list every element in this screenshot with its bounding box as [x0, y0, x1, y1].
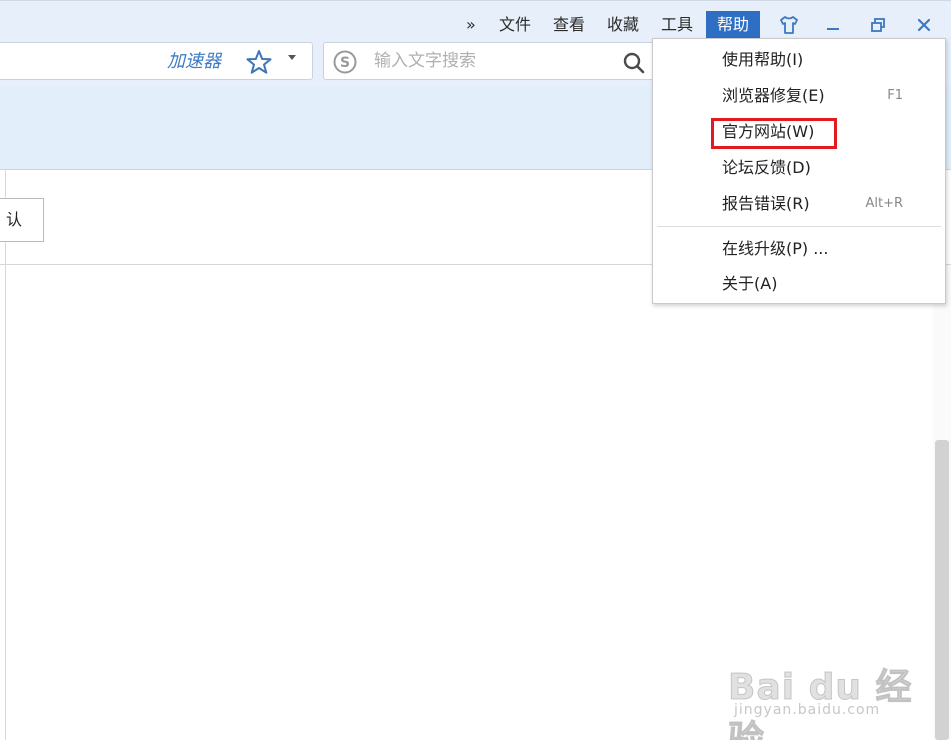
star-icon[interactable] — [245, 49, 273, 75]
highlight-annotation — [711, 118, 837, 149]
menu-item-about[interactable]: 关于(A) — [653, 266, 945, 302]
menu-help[interactable]: 帮助 — [706, 11, 760, 39]
menu-item-forum-feedback[interactable]: 论坛反馈(D) — [653, 150, 945, 186]
menu-item-browser-repair[interactable]: 浏览器修复(E) F1 — [653, 78, 945, 114]
menu-item-shortcut: F1 — [887, 88, 903, 103]
menu-item-label: 使用帮助(I) — [722, 50, 804, 69]
watermark-url: jingyan.baidu.com — [734, 702, 881, 718]
menu-separator — [657, 226, 941, 227]
menu-item-label: 论坛反馈(D) — [722, 158, 811, 177]
address-bar[interactable]: 加速器 — [0, 42, 313, 80]
favorite-dropdown-icon[interactable] — [288, 55, 296, 60]
svg-text:S: S — [340, 55, 350, 71]
menu-item-label: 关于(A) — [722, 274, 778, 293]
menu-item-label: 在线升级(P) ... — [722, 239, 829, 258]
menu-favorites[interactable]: 收藏 — [607, 13, 639, 37]
restore-icon[interactable] — [863, 11, 893, 39]
search-input[interactable] — [374, 49, 614, 73]
menu-tools[interactable]: 工具 — [661, 13, 693, 37]
accelerator-button[interactable]: 加速器 — [167, 51, 221, 73]
scrollbar-thumb[interactable] — [935, 440, 949, 740]
watermark-brand: Bai du 经验 — [728, 667, 913, 740]
menu-item-report-error[interactable]: 报告错误(R) Alt+R — [653, 186, 945, 222]
confirm-button[interactable]: 认 — [0, 198, 44, 242]
watermark: Bai du 经验 jingyan.baidu.com — [728, 640, 918, 740]
menu-item-label: 浏览器修复(E) — [722, 86, 825, 105]
menu-view[interactable]: 查看 — [553, 13, 585, 37]
menu-overflow-button[interactable]: » — [466, 13, 476, 37]
search-icon[interactable] — [622, 51, 646, 75]
search-box[interactable]: S — [323, 42, 663, 80]
minimize-icon[interactable] — [818, 11, 848, 39]
menu-file[interactable]: 文件 — [499, 13, 531, 37]
menu-item-online-upgrade[interactable]: 在线升级(P) ... — [653, 231, 945, 267]
close-icon[interactable] — [909, 11, 939, 39]
tshirt-icon[interactable] — [774, 11, 804, 39]
menu-item-usage-help[interactable]: 使用帮助(I) — [653, 42, 945, 78]
menu-item-shortcut: Alt+R — [865, 196, 903, 211]
title-bar: » 文件 查看 收藏 工具 帮助 — [0, 0, 951, 39]
sogou-icon[interactable]: S — [333, 50, 357, 74]
menu-item-label: 报告错误(R) — [722, 194, 810, 213]
help-menu: 使用帮助(I) 浏览器修复(E) F1 官方网站(W) 论坛反馈(D) 报告错误… — [652, 38, 946, 304]
